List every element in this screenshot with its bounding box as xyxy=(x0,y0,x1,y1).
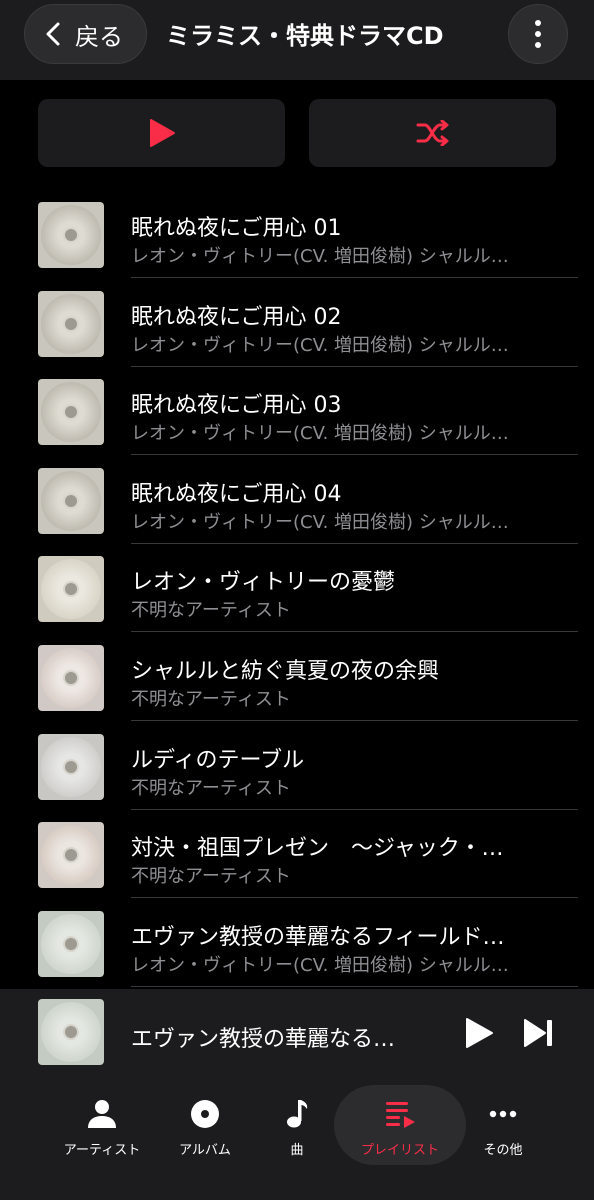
tab-label: 曲 xyxy=(290,1143,304,1158)
track-artist: 不明なアーティスト xyxy=(131,866,291,888)
more-icon xyxy=(489,1110,517,1118)
track-title: 眠れぬ夜にご用心 04 xyxy=(131,481,342,507)
music-note-icon xyxy=(287,1100,308,1128)
track-title: 対決・祖国プレゼン ～ジャック・… xyxy=(131,836,504,862)
track-artwork xyxy=(38,910,104,977)
vertical-dots-icon xyxy=(535,20,541,48)
track-artwork xyxy=(38,290,104,357)
track-artwork xyxy=(38,467,104,534)
track-title: エヴァン教授の華麗なるフィールド… xyxy=(131,924,505,950)
track-title: 眠れぬ夜にご用心 02 xyxy=(131,304,342,330)
track-artwork xyxy=(38,379,104,446)
row-divider xyxy=(131,365,578,367)
person-icon xyxy=(88,1100,116,1128)
back-button[interactable]: 戻る xyxy=(24,4,147,64)
track-title: ルディのテーブル xyxy=(131,747,305,773)
tab-label: その他 xyxy=(483,1143,523,1158)
next-track-icon[interactable] xyxy=(520,1015,556,1051)
tab-artists[interactable]: アーティスト xyxy=(54,1085,150,1165)
track-artist: レオン・ヴィトリー(CV. 増田俊樹) シャルル… xyxy=(131,954,509,976)
row-divider xyxy=(131,631,578,633)
track-row[interactable]: レオン・ヴィトリーの憂鬱不明なアーティスト xyxy=(0,554,594,643)
row-divider xyxy=(131,720,578,721)
row-divider xyxy=(131,985,578,987)
track-artist: レオン・ヴィトリー(CV. 増田俊樹) シャルル… xyxy=(131,511,509,533)
row-divider xyxy=(131,542,578,544)
now-playing-artwork xyxy=(38,999,104,1065)
shuffle-icon xyxy=(416,120,448,146)
tab-label: プレイリスト xyxy=(360,1143,439,1158)
track-artist: レオン・ヴィトリー(CV. 増田俊樹) シャルル… xyxy=(131,423,509,445)
track-artist: 不明なアーティスト xyxy=(131,600,291,622)
track-row[interactable]: 対決・祖国プレゼン ～ジャック・… 不明なアーティスト xyxy=(0,820,594,909)
play-icon xyxy=(149,119,175,147)
track-row[interactable]: 眠れぬ夜にご用心 03 レオン・ヴィトリー(CV. 増田俊樹) シャルル… xyxy=(0,377,594,466)
track-artwork xyxy=(38,822,104,889)
track-title: 眠れぬ夜にご用心 01 xyxy=(131,216,342,241)
row-divider xyxy=(131,454,578,456)
track-artist: 不明なアーティスト xyxy=(131,689,291,710)
chevron-left-icon xyxy=(46,22,60,46)
tab-songs[interactable]: 曲 xyxy=(262,1085,332,1165)
track-title: 眠れぬ夜にご用心 03 xyxy=(131,393,342,419)
row-divider xyxy=(131,277,578,278)
track-title: シャルルと紡ぐ真夏の夜の余興 xyxy=(131,659,440,684)
back-label: 戻る xyxy=(75,22,123,51)
track-row[interactable]: シャルルと紡ぐ真夏の夜の余興不明なアーティスト xyxy=(0,643,594,732)
track-row[interactable]: ルディのテーブル不明なアーティスト xyxy=(0,732,594,821)
mini-player[interactable]: エヴァン教授の華麗なる… xyxy=(0,989,594,1075)
row-divider xyxy=(131,897,578,899)
track-artwork xyxy=(38,645,104,711)
album-icon xyxy=(191,1100,219,1128)
play-icon[interactable] xyxy=(460,1015,496,1051)
track-artist: レオン・ヴィトリー(CV. 増田俊樹) シャルル… xyxy=(131,334,509,356)
tab-albums[interactable]: アルバム xyxy=(160,1085,250,1165)
track-row[interactable]: 眠れぬ夜にご用心 02 レオン・ヴィトリー(CV. 増田俊樹) シャルル… xyxy=(0,289,594,378)
shuffle-button[interactable] xyxy=(309,99,556,167)
track-artwork xyxy=(38,733,104,800)
track-artwork xyxy=(38,202,104,268)
more-options-button[interactable] xyxy=(508,4,568,64)
track-title: レオン・ヴィトリーの憂鬱 xyxy=(131,570,396,596)
tab-label: アルバム xyxy=(179,1143,231,1158)
now-playing-title: エヴァン教授の華麗なる… xyxy=(131,1027,396,1052)
track-row[interactable]: エヴァン教授の華麗なるフィールド… レオン・ヴィトリー(CV. 増田俊樹) シャル… xyxy=(0,909,594,998)
header: 戻る ミラミス・特典ドラマCD xyxy=(0,0,594,80)
tab-bar: アーティスト アルバム 曲 プレイリスト その他 xyxy=(0,1075,594,1200)
track-artist: レオン・ヴィトリー(CV. 増田俊樹) シャルル… xyxy=(131,246,509,267)
row-divider xyxy=(131,808,578,810)
playlist-icon xyxy=(386,1102,415,1128)
page-title: ミラミス・特典ドラマCD xyxy=(166,22,444,50)
tab-more[interactable]: その他 xyxy=(468,1085,538,1165)
track-row[interactable]: 眠れぬ夜にご用心 01 レオン・ヴィトリー(CV. 増田俊樹) シャルル… xyxy=(0,200,594,289)
tab-label: アーティスト xyxy=(63,1143,141,1158)
tab-playlists[interactable]: プレイリスト xyxy=(334,1085,466,1165)
track-row[interactable]: 眠れぬ夜にご用心 04 レオン・ヴィトリー(CV. 増田俊樹) シャルル… xyxy=(0,466,594,555)
track-artist: 不明なアーティスト xyxy=(131,777,291,799)
play-all-button[interactable] xyxy=(38,99,285,167)
track-artwork xyxy=(38,556,104,623)
